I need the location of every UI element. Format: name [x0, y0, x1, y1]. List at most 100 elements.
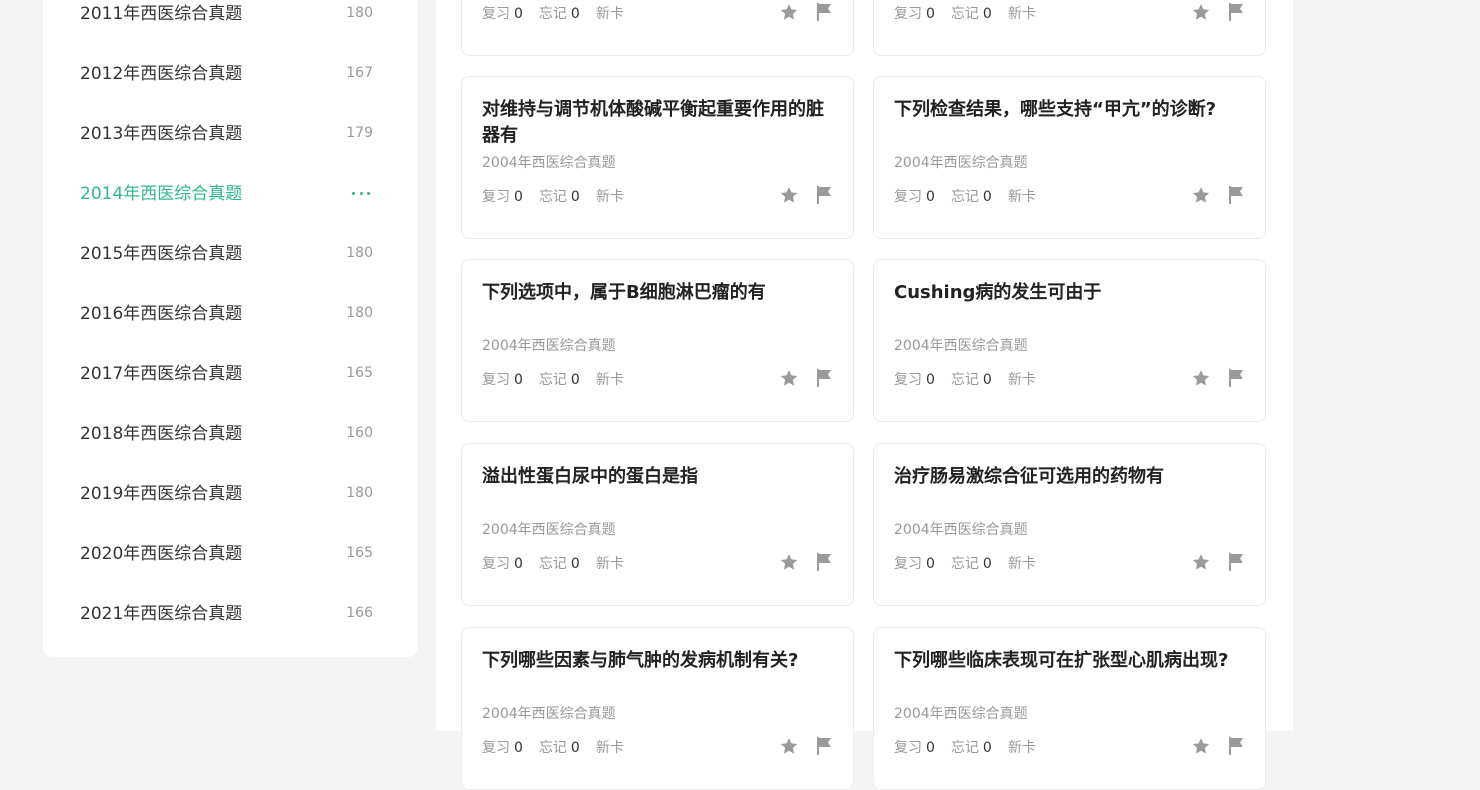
card-stats: 复习 0 忘记 0 新卡 [482, 4, 640, 24]
sidebar-item[interactable]: 2012年西医综合真题 167 [80, 59, 380, 89]
forget-count: 0 [570, 372, 580, 388]
question-source: 2004年西医综合真题 [482, 155, 616, 171]
forget-label: 忘记 [538, 6, 567, 22]
new-card-badge: 新卡 [595, 189, 624, 205]
review-label: 复习 [482, 6, 510, 22]
star-icon[interactable] [779, 368, 799, 392]
question-source: 2004年西医综合真题 [894, 522, 1028, 538]
card-actions [1191, 2, 1245, 26]
review-count: 0 [514, 372, 523, 388]
forget-count: 0 [570, 6, 580, 22]
review-label: 复习 [482, 740, 510, 756]
star-icon[interactable] [1191, 2, 1211, 26]
question-source: 2004年西医综合真题 [482, 338, 616, 354]
star-icon[interactable] [779, 2, 799, 26]
question-title: 溢出性蛋白尿中的蛋白是指 [482, 466, 698, 487]
question-card[interactable]: 对维持与调节机体酸碱平衡起重要作用的脏器有 2004年西医综合真题 复习 0 忘记 0 新卡 [461, 76, 854, 239]
forget-count: 0 [982, 556, 992, 572]
question-card[interactable]: 下列选项中，属于B细胞淋巴瘤的有 2004年西医综合真题 复习 0 忘记 0 新卡 [461, 259, 854, 422]
card-grid: 复习 0 忘记 0 新卡 复习 0 忘记 0 新卡 对维持与调节机体酸碱平衡起重要作用的脏器有 200… [436, 0, 1293, 790]
star-icon[interactable] [1191, 185, 1211, 209]
question-card[interactable]: 复习 0 忘记 0 新卡 [461, 0, 854, 56]
review-label: 复习 [894, 556, 922, 572]
sidebar-item[interactable]: 2017年西医综合真题 165 [80, 359, 380, 389]
question-card[interactable]: 治疗肠易激综合征可选用的药物有 2004年西医综合真题 复习 0 忘记 0 新卡 [873, 443, 1266, 606]
sidebar-item-count: 180 [346, 305, 373, 321]
flag-icon[interactable] [1227, 185, 1245, 209]
sidebar-item[interactable]: 2014年西医综合真题 [80, 179, 380, 209]
sidebar-item-count: 160 [346, 425, 373, 441]
card-actions [779, 368, 833, 392]
review-stat: 复习 0 [482, 556, 523, 572]
card-stats: 复习 0 忘记 0 新卡 [482, 554, 640, 574]
review-stat: 复习 0 [894, 189, 935, 205]
question-source: 2004年西医综合真题 [482, 706, 616, 722]
card-stats: 复习 0 忘记 0 新卡 [894, 738, 1052, 758]
question-source: 2004年西医综合真题 [482, 522, 616, 538]
star-icon[interactable] [779, 552, 799, 576]
forget-stat: 忘记 0 [951, 372, 992, 388]
sidebar-item[interactable]: 2019年西医综合真题 180 [80, 479, 380, 509]
question-title: 下列哪些临床表现可在扩张型心肌病出现? [894, 650, 1229, 671]
card-stats: 复习 0 忘记 0 新卡 [482, 738, 640, 758]
question-card[interactable]: Cushing病的发生可由于 2004年西医综合真题 复习 0 忘记 0 新卡 [873, 259, 1266, 422]
sidebar-item-label: 2013年西医综合真题 [80, 124, 243, 144]
card-stats: 复习 0 忘记 0 新卡 [894, 4, 1052, 24]
card-stats: 复习 0 忘记 0 新卡 [894, 187, 1052, 207]
review-count: 0 [514, 6, 523, 22]
flag-icon[interactable] [1227, 736, 1245, 760]
card-actions [779, 552, 833, 576]
question-card[interactable]: 下列哪些临床表现可在扩张型心肌病出现? 2004年西医综合真题 复习 0 忘记 0 新卡 [873, 627, 1266, 790]
new-card-badge: 新卡 [595, 556, 624, 572]
star-icon[interactable] [1191, 736, 1211, 760]
card-actions [1191, 368, 1245, 392]
forget-stat: 忘记 0 [951, 740, 992, 756]
sidebar-item[interactable]: 2011年西医综合真题 180 [80, 0, 380, 29]
flag-icon[interactable] [1227, 552, 1245, 576]
new-card-badge: 新卡 [595, 740, 624, 756]
star-icon[interactable] [779, 185, 799, 209]
review-label: 复习 [482, 556, 510, 572]
sidebar-item[interactable]: 2020年西医综合真题 165 [80, 539, 380, 569]
new-card-badge: 新卡 [595, 6, 624, 22]
flag-icon[interactable] [815, 2, 833, 26]
flag-icon[interactable] [1227, 368, 1245, 392]
review-stat: 复习 0 [894, 556, 935, 572]
forget-label: 忘记 [538, 740, 567, 756]
review-label: 复习 [894, 189, 922, 205]
card-stats: 复习 0 忘记 0 新卡 [482, 370, 640, 390]
flag-icon[interactable] [815, 736, 833, 760]
flag-icon[interactable] [1227, 2, 1245, 26]
card-actions [1191, 552, 1245, 576]
review-count: 0 [926, 740, 935, 756]
sidebar-item-label: 2018年西医综合真题 [80, 424, 243, 444]
question-card[interactable]: 复习 0 忘记 0 新卡 [873, 0, 1266, 56]
card-actions [779, 185, 833, 209]
review-count: 0 [514, 189, 523, 205]
review-count: 0 [926, 372, 935, 388]
question-title: 下列检查结果，哪些支持“甲亢”的诊断? [894, 99, 1217, 120]
star-icon[interactable] [779, 736, 799, 760]
forget-label: 忘记 [950, 189, 979, 205]
forget-label: 忘记 [950, 556, 979, 572]
star-icon[interactable] [1191, 552, 1211, 576]
flag-icon[interactable] [815, 368, 833, 392]
sidebar-item[interactable]: 2021年西医综合真题 166 [80, 599, 380, 629]
forget-count: 0 [570, 556, 580, 572]
card-actions [1191, 736, 1245, 760]
flag-icon[interactable] [815, 552, 833, 576]
forget-count: 0 [570, 740, 580, 756]
more-icon[interactable] [352, 192, 370, 196]
sidebar-item[interactable]: 2018年西医综合真题 160 [80, 419, 380, 449]
review-count: 0 [926, 6, 935, 22]
sidebar-item[interactable]: 2016年西医综合真题 180 [80, 299, 380, 329]
flag-icon[interactable] [815, 185, 833, 209]
question-card[interactable]: 溢出性蛋白尿中的蛋白是指 2004年西医综合真题 复习 0 忘记 0 新卡 [461, 443, 854, 606]
question-card[interactable]: 下列哪些因素与肺气肿的发病机制有关? 2004年西医综合真题 复习 0 忘记 0 新卡 [461, 627, 854, 790]
question-title: 治疗肠易激综合征可选用的药物有 [894, 466, 1164, 487]
review-stat: 复习 0 [894, 6, 935, 22]
sidebar-item[interactable]: 2013年西医综合真题 179 [80, 119, 380, 149]
question-card[interactable]: 下列检查结果，哪些支持“甲亢”的诊断? 2004年西医综合真题 复习 0 忘记 0 新卡 [873, 76, 1266, 239]
sidebar-item[interactable]: 2015年西医综合真题 180 [80, 239, 380, 269]
star-icon[interactable] [1191, 368, 1211, 392]
